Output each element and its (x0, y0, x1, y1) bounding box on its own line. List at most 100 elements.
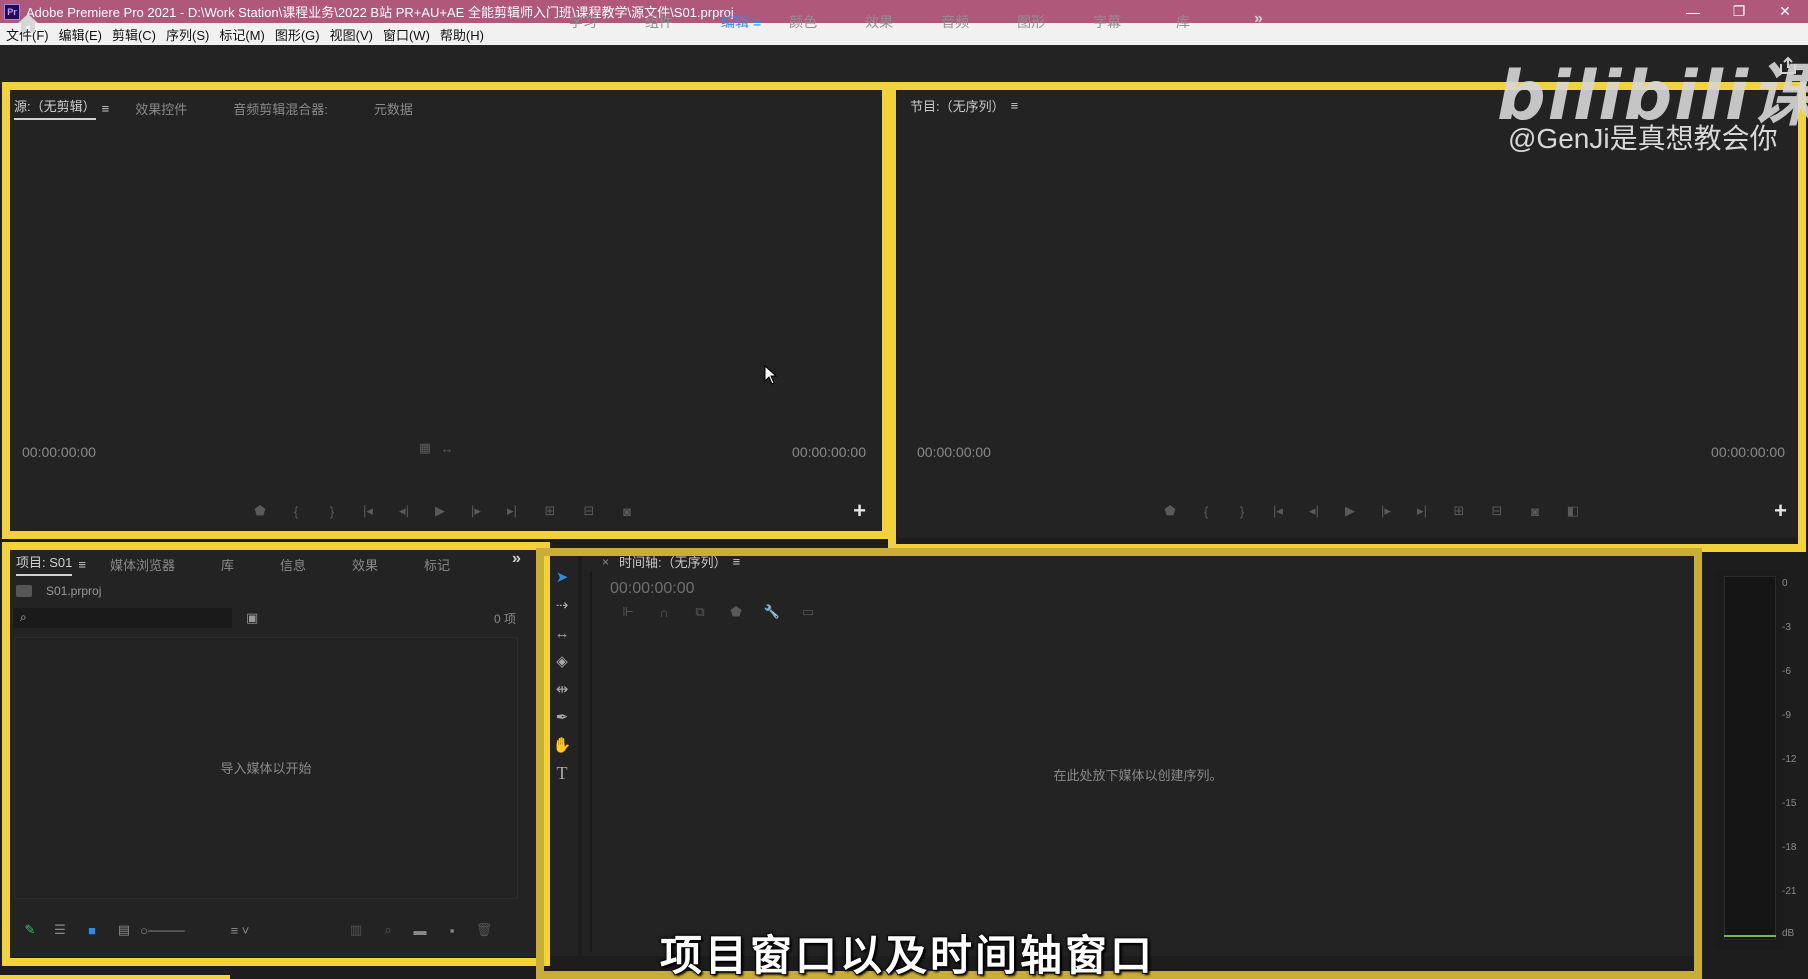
freeform-view-icon[interactable]: ▤ (108, 922, 140, 938)
lift-icon[interactable]: ⊞ (1440, 503, 1478, 519)
tab-source[interactable]: 源:（无剪辑） (14, 96, 96, 120)
mark-out-icon[interactable]: } (314, 504, 350, 519)
mark-out-icon[interactable]: } (1224, 504, 1260, 519)
timeline-timecode[interactable]: 00:00:00:00 (610, 580, 695, 598)
captions-icon[interactable]: ▭ (790, 604, 826, 620)
play-icon[interactable]: ▶ (1332, 503, 1368, 519)
tab-program[interactable]: 节目:（无序列） (910, 96, 1005, 115)
timeline-menu-icon[interactable]: ≡ (733, 554, 741, 569)
workspace-tab-libraries[interactable]: 库 (1145, 12, 1221, 32)
go-to-in-icon[interactable]: |◂ (1260, 503, 1296, 519)
overwrite-icon[interactable]: ⊟ (570, 503, 608, 519)
workspace-tab-captions[interactable]: 字幕 (1069, 12, 1145, 32)
selection-tool-icon[interactable]: ➤ (551, 566, 573, 588)
menu-view[interactable]: 视图(V) (330, 25, 373, 44)
program-timecode-current[interactable]: 00:00:00:00 (917, 444, 991, 460)
clear-icon[interactable]: 🗑 (468, 922, 500, 938)
mark-in-icon[interactable]: { (278, 504, 314, 519)
insert-icon[interactable]: ⊞ (530, 503, 570, 519)
ripple-edit-tool-icon[interactable]: ↔ (551, 622, 573, 644)
workspace-tab-learning[interactable]: 学习 (545, 12, 621, 32)
wrench-icon[interactable]: 🔧 (754, 604, 790, 620)
snap-icon[interactable]: ∩ (646, 605, 682, 620)
tab-metadata[interactable]: 元数据 (374, 99, 413, 118)
razor-tool-icon[interactable]: ◈ (551, 650, 573, 672)
program-menu-icon[interactable]: ≡ (1011, 98, 1019, 113)
tab-libraries[interactable]: 库 (221, 555, 234, 574)
mark-in-icon[interactable]: { (1188, 504, 1224, 519)
export-frame-icon[interactable]: ◙ (608, 504, 646, 519)
add-marker-icon[interactable]: ⬟ (718, 604, 754, 620)
tab-effect-controls[interactable]: 效果控件 (135, 99, 187, 118)
find-icon[interactable]: ⌕ (372, 922, 404, 938)
step-back-icon[interactable]: ◂| (386, 503, 422, 519)
step-back-icon[interactable]: ◂| (1296, 503, 1332, 519)
go-to-in-icon[interactable]: |◂ (350, 503, 386, 519)
workspace-tab-editing[interactable]: 编辑 (697, 12, 773, 32)
add-marker-icon[interactable]: ⬟ (1152, 503, 1188, 519)
workspace-menu-icon[interactable]: ≡ (753, 14, 761, 30)
tab-markers[interactable]: 标记 (424, 555, 450, 574)
drag-audio-icon[interactable]: ↔ (436, 441, 458, 456)
workspace-tab-effects[interactable]: 效果 (841, 12, 917, 32)
source-menu-icon[interactable]: ≡ (102, 101, 110, 116)
extract-icon[interactable]: ⊟ (1478, 503, 1516, 519)
slip-tool-icon[interactable]: ⇹ (551, 678, 573, 700)
pencil-icon[interactable]: ✎ (16, 922, 44, 938)
menu-graphics[interactable]: 图形(G) (275, 25, 320, 44)
menu-help[interactable]: 帮助(H) (440, 25, 484, 44)
drag-video-icon[interactable]: ▦ (414, 440, 436, 456)
tab-project[interactable]: 项目: S01 (16, 552, 73, 576)
new-item-icon[interactable]: ▪ (436, 923, 468, 938)
tab-info[interactable]: 信息 (280, 555, 306, 574)
source-add-button[interactable]: + (853, 498, 866, 524)
source-timecode-current[interactable]: 00:00:00:00 (22, 444, 96, 460)
restore-button[interactable]: ❐ (1716, 0, 1762, 23)
project-content-area[interactable]: 导入媒体以开始 (14, 637, 518, 899)
timeline-close-icon[interactable]: × (602, 555, 609, 569)
icon-view-icon[interactable]: ■ (76, 923, 108, 938)
list-view-icon[interactable]: ☰ (44, 922, 76, 938)
new-bin-icon[interactable]: ▬ (404, 923, 436, 938)
go-to-out-icon[interactable]: ▸| (1404, 503, 1440, 519)
menu-markers[interactable]: 标记(M) (219, 25, 265, 44)
step-forward-icon[interactable]: |▸ (1368, 503, 1404, 519)
automate-to-sequence-icon[interactable]: ▥ (340, 922, 372, 938)
pen-tool-icon[interactable]: ✒ (551, 706, 573, 728)
workspace-more-icon[interactable]: » (1254, 10, 1263, 28)
program-add-button[interactable]: + (1774, 498, 1787, 524)
linked-selection-icon[interactable]: ⧉ (682, 604, 718, 620)
project-menu-icon[interactable]: ≡ (78, 557, 86, 572)
menu-clip[interactable]: 剪辑(C) (112, 25, 156, 44)
new-search-bin-icon[interactable]: ▣ (246, 610, 258, 626)
source-monitor-panel: 源:（无剪辑） ≡ 效果控件 音频剪辑混合器: 元数据 00:00:00:00 … (8, 88, 884, 533)
nest-icon[interactable]: ⊩ (610, 604, 646, 620)
type-tool-icon[interactable]: T (551, 762, 573, 784)
workspace-tab-graphics[interactable]: 图形 (993, 12, 1069, 32)
track-select-tool-icon[interactable]: ⇢ (551, 594, 573, 616)
project-more-icon[interactable]: » (512, 550, 521, 568)
step-forward-icon[interactable]: |▸ (458, 503, 494, 519)
close-button[interactable]: ✕ (1762, 0, 1808, 23)
tab-audio-clip-mixer[interactable]: 音频剪辑混合器: (233, 99, 328, 118)
minimize-button[interactable]: — (1670, 0, 1716, 23)
zoom-slider[interactable]: ○──── (140, 923, 220, 938)
menu-edit[interactable]: 编辑(E) (59, 25, 102, 44)
hand-tool-icon[interactable]: ✋ (551, 734, 573, 756)
tab-media-browser[interactable]: 媒体浏览器 (110, 555, 175, 574)
export-frame-icon[interactable]: ◙ (1516, 504, 1554, 519)
project-search-input[interactable]: ⌕ (14, 608, 232, 628)
menu-window[interactable]: 窗口(W) (383, 25, 430, 44)
menu-sequence[interactable]: 序列(S) (166, 25, 209, 44)
home-icon[interactable] (16, 12, 40, 34)
sort-icon[interactable]: ≡ ˅ (220, 923, 260, 938)
tab-timeline[interactable]: 时间轴:（无序列） (619, 552, 727, 571)
workspace-tab-color[interactable]: 颜色 (765, 12, 841, 32)
add-marker-icon[interactable]: ⬟ (242, 503, 278, 519)
go-to-out-icon[interactable]: ▸| (494, 503, 530, 519)
play-icon[interactable]: ▶ (422, 503, 458, 519)
tab-effects[interactable]: 效果 (352, 555, 378, 574)
workspace-tab-audio[interactable]: 音频 (917, 12, 993, 32)
comparison-view-icon[interactable]: ◧ (1554, 503, 1592, 519)
workspace-tab-assembly[interactable]: 组件 (621, 12, 697, 32)
